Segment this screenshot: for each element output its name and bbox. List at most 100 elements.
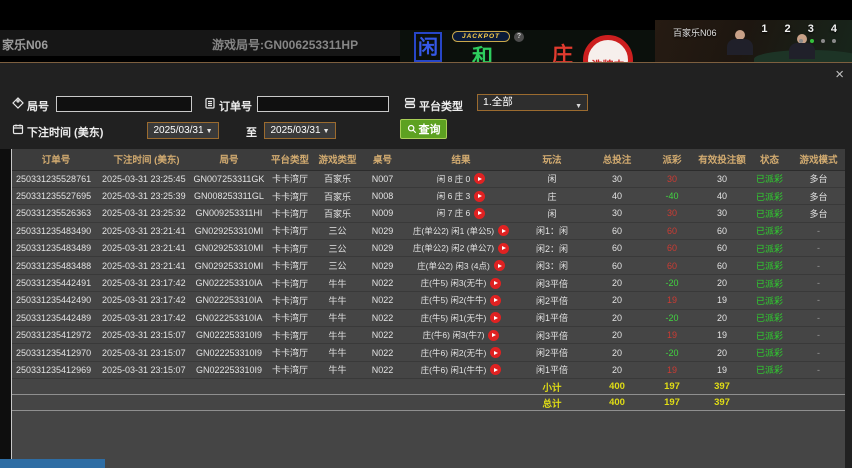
bet-record-cell: 卡卡湾厅 [265, 291, 315, 310]
chevron-down-icon: ▼ [205, 128, 213, 135]
replay-play-icon[interactable] [490, 277, 502, 289]
bet-record-cell: N008 [360, 187, 405, 206]
bet-record-cell: 闲2平倍 [517, 291, 587, 310]
bet-record-cell: 牛牛 [315, 326, 360, 345]
bet-record-cell: 百家乐 [315, 204, 360, 223]
screen: 家乐N06 游戏局号:GN006253311HP 闲 JACKPOT ? 和 庄… [0, 0, 852, 468]
seat-numbers: 1 2 3 4 [761, 23, 844, 35]
bet-record-cell: 250331235412969 [12, 361, 100, 380]
video-thumbnail[interactable]: 百家乐N06 1 2 3 4 [655, 20, 852, 62]
help-icon[interactable]: ? [514, 32, 524, 42]
bet-record-cell: 已派彩 [747, 239, 792, 258]
bet-record-cell: 庄(牛6) 闲2(无牛) [405, 343, 517, 362]
bet-record-cell: 闲1平倍 [517, 361, 587, 380]
bet-record-cell: -20 [647, 309, 697, 328]
replay-play-icon[interactable] [490, 312, 502, 324]
bet-record-cell: N007 [360, 170, 405, 188]
bet-record-row: 250331235526363 2025-03-31 23:25:32 GN0092… [12, 204, 845, 223]
column-header: 游戏类型 [315, 149, 360, 171]
bet-record-cell: 牛牛 [315, 291, 360, 310]
close-icon[interactable]: × [835, 67, 844, 82]
bet-record-cell: 庄(牛5) 闲3(无牛) [405, 274, 517, 293]
date-to-picker[interactable]: 2025/03/31 ▼ [264, 122, 336, 139]
order-no-input[interactable] [257, 96, 389, 112]
platform-select[interactable]: 1.全部 ▼ [477, 94, 588, 111]
bet-record-cell: 闲 6 庄 3 [405, 187, 517, 206]
bet-record-row: 250331235442490 2025-03-31 23:17:42 GN0222… [12, 291, 845, 310]
magnifier-icon [407, 124, 416, 134]
bet-record-cell: 30 [587, 204, 647, 223]
replay-play-icon[interactable] [498, 242, 510, 254]
bet-record-cell: 40 [697, 187, 747, 206]
bet-record-cell: 卡卡湾厅 [265, 256, 315, 275]
result-text: 庄(牛5) 闲3(无牛) [420, 278, 487, 289]
bet-record-cell: 卡卡湾厅 [265, 343, 315, 362]
spacer-cell [747, 379, 845, 395]
bet-record-cell: 19 [647, 291, 697, 310]
bet-record-cell: 60 [647, 239, 697, 258]
bet-record-cell: 19 [697, 291, 747, 310]
column-header: 有效投注额 [697, 149, 747, 171]
bet-record-cell: GN029253310MI [193, 239, 265, 258]
bet-record-cell: N022 [360, 343, 405, 362]
replay-play-icon[interactable] [474, 190, 486, 202]
round-no-input[interactable] [56, 96, 192, 112]
bet-record-cell: 卡卡湾厅 [265, 170, 315, 188]
search-button[interactable]: 查询 [400, 119, 447, 139]
bet-record-cell: 60 [587, 222, 647, 241]
replay-play-icon[interactable] [490, 364, 502, 376]
replay-play-icon[interactable] [488, 329, 500, 341]
bet-record-cell: 卡卡湾厅 [265, 361, 315, 380]
bet-record-cell: 60 [647, 256, 697, 275]
bet-record-cell: 20 [587, 326, 647, 345]
platform-list-icon [404, 97, 416, 109]
bet-record-cell: 卡卡湾厅 [265, 326, 315, 345]
replay-play-icon[interactable] [474, 207, 486, 219]
bet-record-row: 250331235528761 2025-03-31 23:25:45 GN0072… [12, 170, 845, 188]
bet-record-cell: 百家乐 [315, 187, 360, 206]
bet-record-row: 250331235412969 2025-03-31 23:15:07 GN0222… [12, 361, 845, 380]
date-from-picker[interactable]: 2025/03/31 ▼ [147, 122, 219, 139]
bet-record-cell: 250331235442490 [12, 291, 100, 310]
column-header: 桌号 [360, 149, 405, 171]
bet-record-cell: 2025-03-31 23:17:42 [100, 274, 193, 293]
replay-play-icon[interactable] [474, 173, 486, 185]
player-bet-zone[interactable]: 闲 [414, 32, 442, 62]
bet-record-cell: 19 [697, 326, 747, 345]
bet-record-row: 250331235527695 2025-03-31 23:25:39 GN0082… [12, 187, 845, 206]
bet-record-row: 250331235442491 2025-03-31 23:17:42 GN0222… [12, 274, 845, 293]
bet-record-cell: 2025-03-31 23:15:07 [100, 326, 193, 345]
bet-record-row: 250331235483490 2025-03-31 23:21:41 GN0292… [12, 222, 845, 241]
bet-record-cell: 已派彩 [747, 309, 792, 328]
bet-record-cell: 闲2平倍 [517, 343, 587, 362]
bet-record-cell: 庄(牛5) 闲1(无牛) [405, 309, 517, 328]
bet-record-cell: 30 [647, 204, 697, 223]
bet-record-cell: - [792, 222, 845, 241]
column-header: 结果 [405, 149, 517, 171]
bet-record-cell: 2025-03-31 23:21:41 [100, 256, 193, 275]
bet-record-cell: 卡卡湾厅 [265, 187, 315, 206]
bet-record-cell: 三公 [315, 256, 360, 275]
bet-record-cell: N022 [360, 326, 405, 345]
bet-record-cell: 已派彩 [747, 204, 792, 223]
bet-record-cell: 已派彩 [747, 326, 792, 345]
bet-record-cell: 闲3：闲 [517, 256, 587, 275]
replay-play-icon[interactable] [490, 294, 502, 306]
replay-play-icon[interactable] [493, 260, 505, 272]
bet-record-cell: GN022253310I9 [193, 361, 265, 380]
bet-record-cell: 250331235528761 [12, 170, 100, 188]
replay-play-icon[interactable] [490, 347, 502, 359]
bet-time-label: 下注时间 (美东) [27, 127, 104, 139]
bet-record-cell: -40 [647, 187, 697, 206]
bet-record-cell: 2025-03-31 23:25:39 [100, 187, 193, 206]
bet-record-cell: 2025-03-31 23:21:41 [100, 222, 193, 241]
column-header: 玩法 [517, 149, 587, 171]
bet-record-cell: 三公 [315, 222, 360, 241]
total-value: 197 [664, 397, 680, 409]
bet-record-row: 250331235412970 2025-03-31 23:15:07 GN0222… [12, 343, 845, 362]
replay-play-icon[interactable] [498, 225, 510, 237]
column-header: 订单号 [12, 149, 100, 171]
bet-record-cell: 30 [587, 170, 647, 188]
bet-record-cell: - [792, 256, 845, 275]
bet-record-cell: GN007253311GK [193, 170, 265, 188]
